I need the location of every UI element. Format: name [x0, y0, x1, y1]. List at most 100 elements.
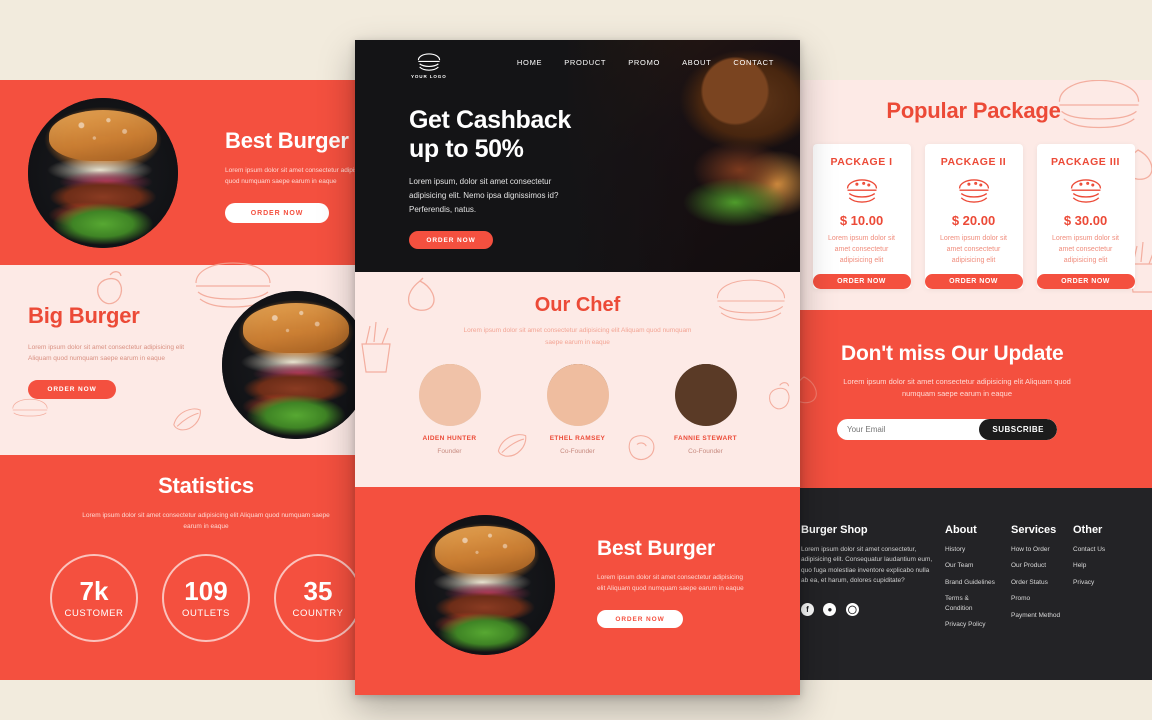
main-navigation[interactable]: HOME PRODUCT PROMO ABOUT CONTACT	[517, 58, 774, 67]
burger-icon	[417, 53, 440, 71]
hero-title-line2: up to 50%	[409, 134, 524, 163]
footer-link[interactable]: Our Team	[945, 561, 1011, 570]
whatsapp-icon[interactable]: ◯	[845, 602, 859, 616]
stat-label: CUSTOMER	[64, 607, 124, 619]
best-burger-photo	[28, 98, 178, 248]
package-name: PACKAGE III	[1051, 156, 1120, 168]
burger-icon	[846, 179, 877, 203]
statistics-subtitle: Lorem ipsum dolor sit amet consectetur a…	[82, 512, 330, 530]
hero-copy: Get Cashback up to 50% Lorem ipsum, dolo…	[409, 106, 619, 249]
subscribe-button[interactable]: SUBSCRIBE	[979, 418, 1057, 440]
nav-item-home[interactable]: HOME	[517, 58, 542, 67]
avatar	[674, 364, 737, 427]
package-card[interactable]: PACKAGE III $ 30.00 Lorem ipsum dolor si…	[1036, 144, 1135, 289]
package-price: $ 30.00	[1063, 213, 1108, 228]
footer-column-services: Services How to Order Our Product Order …	[1011, 524, 1073, 637]
newsletter-subtitle: Lorem ipsum dolor sit amet consectetur a…	[843, 377, 1071, 399]
package-card[interactable]: PACKAGE II $ 20.00 Lorem ipsum dolor sit…	[924, 144, 1023, 289]
burger-image	[28, 98, 178, 248]
order-now-button[interactable]: ORDER NOW	[597, 610, 683, 629]
section-newsletter: Don't miss Our Update Lorem ipsum dolor …	[795, 310, 1152, 488]
order-now-button[interactable]: ORDER NOW	[812, 274, 911, 289]
footer-column-about: About History Our Team Brand Guidelines …	[945, 524, 1011, 637]
best-burger-photo	[415, 515, 555, 655]
hero-section: YOUR LOGO HOME PRODUCT PROMO ABOUT CONTA…	[355, 40, 800, 272]
package-price: $ 10.00	[839, 213, 884, 228]
nav-item-about[interactable]: ABOUT	[682, 58, 711, 67]
burger-image	[415, 515, 555, 655]
best-burger-paragraph: Lorem ipsum dolor sit amet consectetur a…	[597, 574, 744, 592]
chef-role: Co-Founder	[688, 448, 723, 456]
big-burger-paragraph: Lorem ipsum dolor sit amet consectetur a…	[28, 344, 185, 362]
footer-link[interactable]: History	[945, 545, 1011, 554]
footer-link[interactable]: Privacy	[1073, 578, 1133, 587]
order-now-button[interactable]: ORDER NOW	[409, 231, 493, 249]
chef-name: AIDEN HUNTER	[422, 435, 477, 443]
footer-link[interactable]: Terms & Condition	[945, 594, 987, 613]
page-title: Our Chef	[534, 294, 621, 316]
twitter-icon[interactable]: ●	[823, 602, 837, 616]
chef-subtitle: Lorem ipsum dolor sit amet consectetur a…	[463, 327, 692, 346]
leaf-doodle-icon	[173, 408, 201, 431]
footer-column-title: About	[945, 524, 977, 536]
footer-link[interactable]: Payment Method	[1011, 611, 1073, 620]
chef-portrait	[674, 364, 737, 427]
order-now-button[interactable]: ORDER NOW	[924, 274, 1023, 289]
order-now-button[interactable]: ORDER NOW	[225, 203, 329, 224]
nav-item-product[interactable]: PRODUCT	[564, 58, 606, 67]
order-now-button[interactable]: ORDER NOW	[28, 380, 116, 400]
stat-value: 35	[303, 575, 333, 606]
big-burger-photo	[222, 291, 370, 439]
hero-title: Get Cashback up to 50%	[409, 106, 619, 163]
burger-doodle-icon	[12, 398, 48, 417]
newsletter-form[interactable]: SUBSCRIBE	[837, 418, 1057, 440]
page-title: Best Burger	[597, 537, 715, 560]
foreground-website-panel: YOUR LOGO HOME PRODUCT PROMO ABOUT CONTA…	[355, 40, 800, 695]
chef-role: Founder	[437, 448, 462, 456]
stat-value: 109	[184, 575, 228, 606]
footer-link[interactable]: Our Product	[1011, 561, 1073, 570]
hero-title-line1: Get Cashback	[409, 106, 571, 134]
stat-value: 7k	[79, 575, 109, 606]
site-footer: Burger Shop Lorem ipsum dolor sit amet c…	[795, 488, 1152, 680]
package-description: Lorem ipsum dolor sit amet consectetur a…	[940, 235, 1007, 265]
chef-portrait	[546, 364, 609, 427]
nav-item-promo[interactable]: PROMO	[628, 58, 660, 67]
order-now-button[interactable]: ORDER NOW	[1036, 274, 1135, 289]
package-card[interactable]: PACKAGE I $ 10.00 Lorem ipsum dolor sit …	[812, 144, 911, 289]
package-description: Lorem ipsum dolor sit amet consectetur a…	[1052, 235, 1119, 265]
package-price: $ 20.00	[951, 213, 996, 228]
chef-role: Co-Founder	[560, 448, 595, 456]
stat-item: 7k CUSTOMER	[50, 554, 138, 643]
chef-portrait	[418, 364, 481, 427]
chef-card: AIDEN HUNTER Founder	[410, 364, 490, 455]
footer-link[interactable]: Privacy Policy	[945, 620, 1011, 629]
section-best-burger-front: Best Burger Lorem ipsum dolor sit amet c…	[355, 487, 800, 695]
email-input[interactable]	[837, 418, 980, 440]
footer-link[interactable]: Brand Guidelines	[945, 578, 1011, 587]
logo-text: YOUR LOGO	[411, 74, 447, 79]
section-popular-package: Popular Package PACKAGE I $ 10.00 Lorem …	[795, 80, 1152, 310]
package-description: Lorem ipsum dolor sit amet consectetur a…	[828, 235, 895, 265]
footer-link[interactable]: Help	[1073, 561, 1133, 570]
footer-brand: Burger Shop	[801, 524, 868, 536]
footer-brand-text: Lorem ipsum dolor sit amet consectetur, …	[801, 546, 933, 585]
footer-link[interactable]: Order Status	[1011, 578, 1073, 587]
footer-brand-column: Burger Shop Lorem ipsum dolor sit amet c…	[795, 524, 945, 637]
stat-item: 35 COUNTRY	[274, 554, 362, 643]
footer-link[interactable]: How to Order	[1011, 545, 1073, 554]
footer-column-other: Other Contact Us Help Privacy	[1073, 524, 1133, 637]
avatar	[418, 364, 481, 427]
footer-link[interactable]: Promo	[1011, 594, 1073, 603]
footer-link[interactable]: Contact Us	[1073, 545, 1133, 554]
avatar	[546, 364, 609, 427]
facebook-icon[interactable]: f	[801, 602, 814, 616]
burger-icon	[958, 179, 989, 203]
page-title: Popular Package	[886, 98, 1061, 123]
site-logo[interactable]: YOUR LOGO	[411, 52, 447, 79]
package-name: PACKAGE II	[940, 156, 1007, 168]
page-title: Statistics	[158, 473, 254, 498]
chef-list: AIDEN HUNTER Founder ETHEL RAMSEY Co-Fou…	[355, 364, 800, 455]
package-name: PACKAGE I	[830, 156, 893, 168]
nav-item-contact[interactable]: CONTACT	[733, 58, 774, 67]
